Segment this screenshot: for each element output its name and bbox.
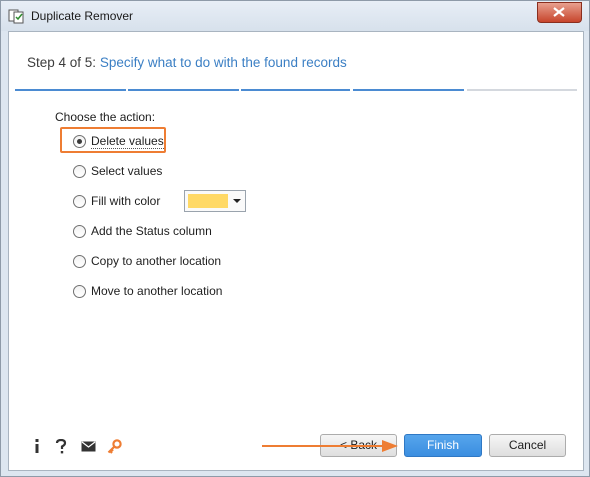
radio-label: Delete values bbox=[91, 134, 164, 149]
radio-button[interactable] bbox=[73, 195, 86, 208]
wizard-panel: Step 4 of 5: Specify what to do with the… bbox=[8, 31, 584, 471]
help-icon[interactable] bbox=[53, 438, 69, 454]
radio-button[interactable] bbox=[73, 255, 86, 268]
progress-segment-2 bbox=[128, 89, 239, 91]
app-icon bbox=[8, 9, 24, 24]
step-header: Step 4 of 5: Specify what to do with the… bbox=[27, 55, 347, 70]
progress-segment-1 bbox=[15, 89, 126, 91]
cancel-button[interactable]: Cancel bbox=[489, 434, 566, 457]
close-button[interactable] bbox=[537, 2, 582, 23]
duplicate-remover-window: Duplicate Remover Step 4 of 5: Specify w… bbox=[0, 0, 590, 477]
mail-icon[interactable] bbox=[80, 438, 96, 454]
dropdown-arrow-icon bbox=[233, 199, 241, 203]
info-icon[interactable] bbox=[29, 438, 45, 454]
radio-label: Copy to another location bbox=[91, 254, 222, 268]
progress-segment-4 bbox=[353, 89, 464, 91]
window-title: Duplicate Remover bbox=[31, 9, 134, 23]
radio-button[interactable] bbox=[73, 165, 86, 178]
step-number: Step 4 of 5: bbox=[27, 55, 97, 70]
color-swatch bbox=[188, 194, 228, 208]
progress-segment-3 bbox=[241, 89, 350, 91]
radio-button[interactable] bbox=[73, 135, 86, 148]
color-picker-dropdown[interactable] bbox=[184, 190, 246, 212]
radio-button[interactable] bbox=[73, 285, 86, 298]
key-icon[interactable] bbox=[106, 438, 122, 454]
title-bar: Duplicate Remover bbox=[1, 1, 589, 31]
finish-button[interactable]: Finish bbox=[404, 434, 482, 457]
progress-segment-5 bbox=[467, 89, 577, 91]
radio-button[interactable] bbox=[73, 225, 86, 238]
radio-label: Add the Status column bbox=[91, 224, 212, 238]
annotation-arrow bbox=[262, 440, 398, 452]
radio-label: Select values bbox=[91, 164, 163, 178]
step-description: Specify what to do with the found record… bbox=[99, 55, 347, 70]
radio-label: Fill with color bbox=[91, 194, 161, 208]
close-icon bbox=[553, 7, 565, 17]
radio-selected-dot bbox=[77, 139, 82, 144]
radio-label: Move to another location bbox=[91, 284, 223, 298]
choose-action-label: Choose the action: bbox=[55, 110, 156, 124]
